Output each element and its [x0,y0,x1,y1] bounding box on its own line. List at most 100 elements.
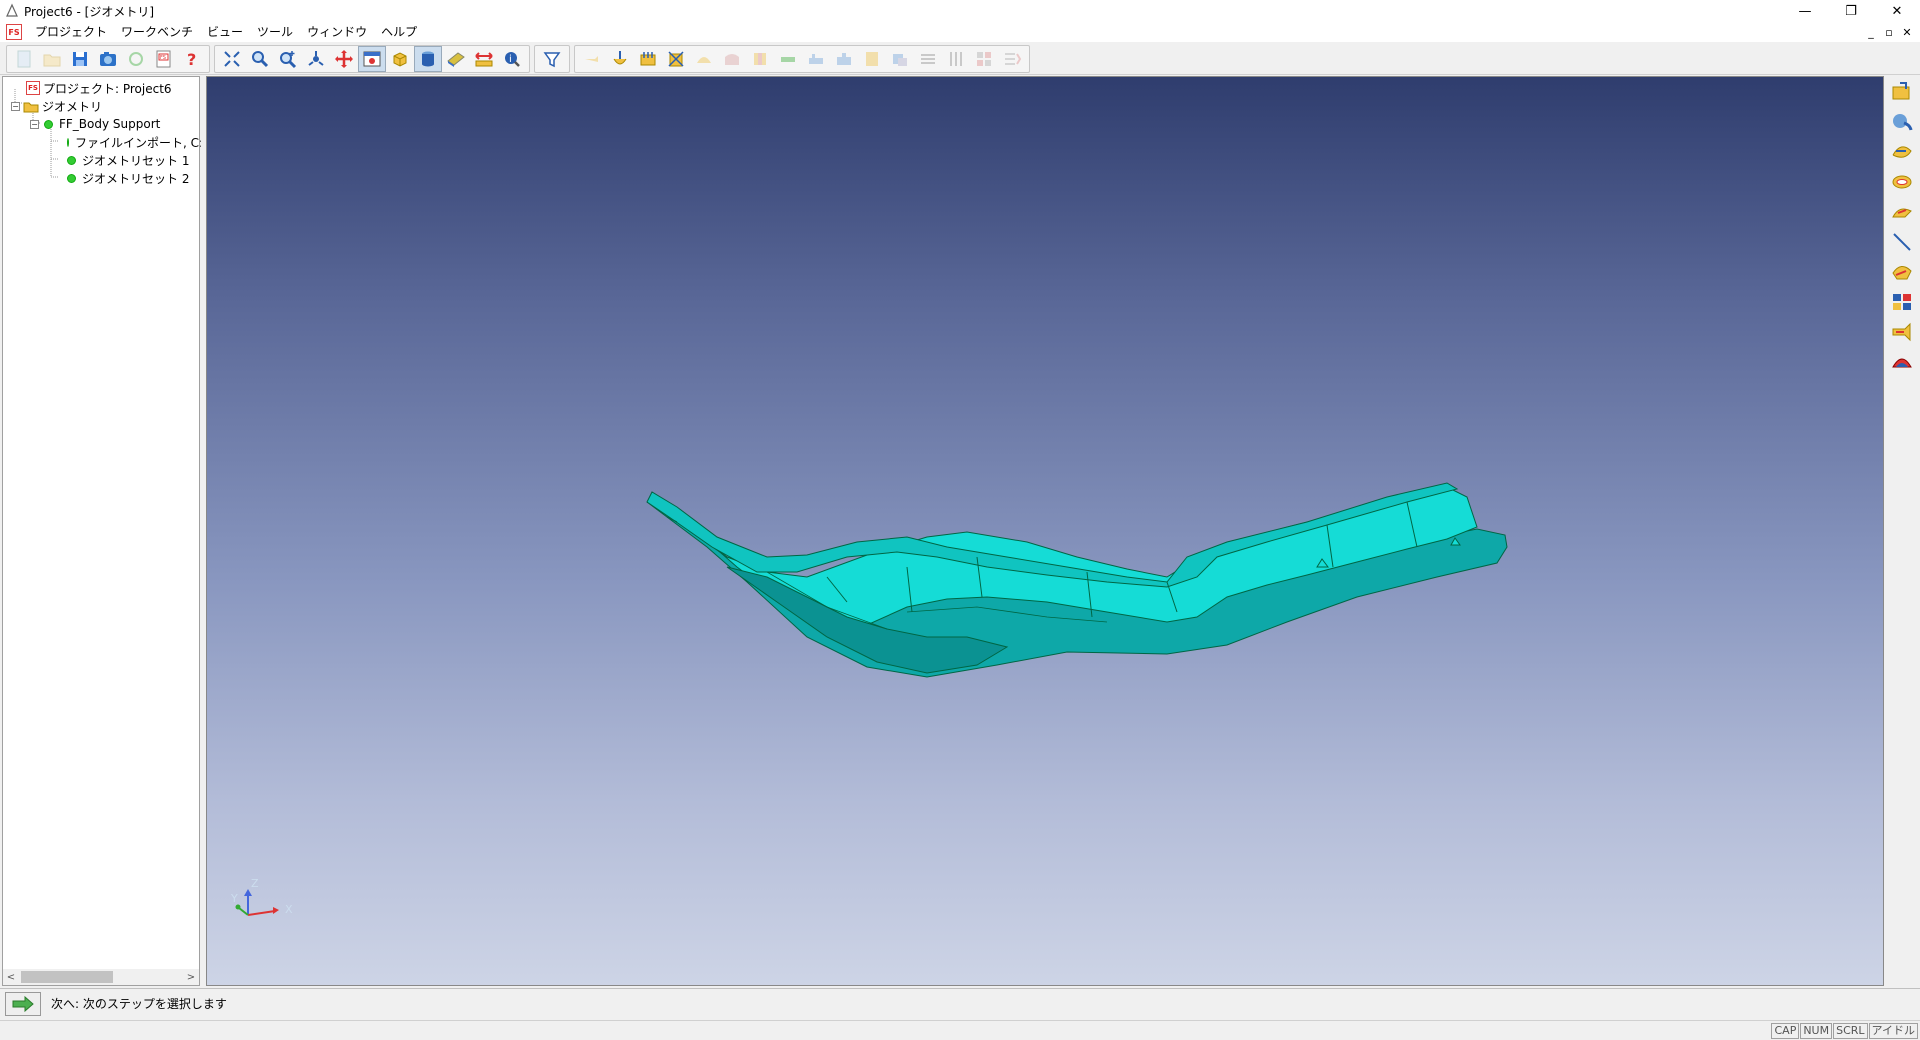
right-tool-palette [1885,76,1920,986]
geometry-tool-3-icon[interactable] [634,46,662,72]
fs-logo-icon[interactable]: FS [6,24,22,40]
surface-tool-icon[interactable] [1887,108,1917,136]
zoom-icon[interactable] [246,46,274,72]
geometry-folder-icon [23,102,39,113]
tree-item-body[interactable]: − FF_Body Support [5,115,199,133]
status-idle: アイドル [1868,1023,1918,1039]
restore-button[interactable]: ❐ [1828,0,1874,22]
collapse-icon[interactable]: − [30,119,39,129]
tree-item-project[interactable]: FS プロジェクト: Project6 [5,79,199,97]
status-dot-icon [67,173,76,183]
zoom-box-icon[interactable] [274,46,302,72]
refresh-icon[interactable] [122,46,150,72]
shaded-cube-icon[interactable] [386,46,414,72]
geometry-toolbar-group [574,44,1030,73]
menu-bar: FS プロジェクト ワークベンチ ビュー ツール ウィンドウ ヘルプ _ ▫ ✕ [0,22,1920,42]
fillet-tool-icon[interactable] [1887,258,1917,286]
arrow-right-icon [12,995,34,1012]
svg-text:?: ? [187,50,196,69]
import-geometry-icon[interactable] [1887,78,1917,106]
status-scrl: SCRL [1833,1023,1868,1039]
mdi-close-button[interactable]: ✕ [1898,22,1916,42]
tree-item-geometry-set-1[interactable]: ジオメトリセット 1 [5,151,199,169]
main-toolbar: FS ? i [0,43,1920,75]
tree-label-geometry-set-1: ジオメトリセット 1 [82,153,190,168]
split-tool-icon[interactable] [1887,288,1917,316]
window-title: Project6 - [ジオメトリ] [24,4,155,19]
open-icon[interactable] [38,46,66,72]
body-support-model[interactable] [207,77,1884,986]
geometry-tool-7-icon[interactable] [746,46,774,72]
measure-icon[interactable] [470,46,498,72]
message-text: 次へ: 次のステップを選択します [51,997,227,1011]
project-tree-panel: FS プロジェクト: Project6 − ジオメトリ − FF_Body Su… [2,76,225,986]
geometry-tool-11-icon[interactable] [858,46,886,72]
scroll-thumb[interactable] [21,971,113,983]
line-tool-icon[interactable] [1887,228,1917,256]
geometry-tool-1-icon[interactable] [578,46,606,72]
close-button[interactable]: ✕ [1874,0,1920,22]
scroll-right-icon[interactable]: > [183,972,199,983]
section-icon[interactable] [442,46,470,72]
tree-label-geometry: ジオメトリ [42,99,103,114]
pan-icon[interactable] [330,46,358,72]
menu-help[interactable]: ヘルプ [374,22,424,42]
shell-tool-icon[interactable] [1887,348,1917,376]
rotate-icon[interactable] [302,46,330,72]
tree-horizontal-scrollbar[interactable]: < > [3,969,199,985]
help-icon[interactable]: ? [178,46,206,72]
filter-icon[interactable] [538,46,566,72]
menu-window[interactable]: ウィンドウ [300,22,374,42]
tree-item-file-import[interactable]: ファイルインポート, C:¥FT [5,133,225,151]
3d-viewport[interactable]: Z Y X [206,76,1884,986]
title-bar: Project6 - [ジオメトリ] — ❐ ✕ [0,0,1920,22]
status-dot-icon [67,137,69,147]
app-icon [6,3,18,17]
geometry-tool-13-icon[interactable] [914,46,942,72]
menu-project[interactable]: プロジェクト [28,22,114,42]
geometry-tool-10-icon[interactable] [830,46,858,72]
geometry-tool-9-icon[interactable] [802,46,830,72]
next-step-button[interactable] [5,991,41,1016]
new-icon[interactable] [10,46,38,72]
fs-project-icon: FS [26,81,40,95]
view-settings-icon[interactable] [358,45,386,72]
tree-item-geometry-set-2[interactable]: ジオメトリセット 2 [5,169,199,187]
geometry-tool-14-icon[interactable] [942,46,970,72]
fit-icon[interactable] [218,46,246,72]
view-toolbar-group: i [214,44,530,73]
svg-text:FS: FS [160,55,166,61]
loop-tool-icon[interactable] [1887,168,1917,196]
trim-tool-icon[interactable] [1887,318,1917,346]
scroll-left-icon[interactable]: < [3,972,19,983]
minimize-button[interactable]: — [1782,0,1828,22]
svg-text:i: i [509,54,512,65]
menu-view[interactable]: ビュー [200,22,250,42]
geometry-tool-8-icon[interactable] [774,46,802,72]
tree-label-geometry-set-2: ジオメトリセット 2 [82,171,190,186]
report-icon[interactable]: FS [150,46,178,72]
mdi-restore-button[interactable]: ▫ [1880,22,1898,42]
status-cap: CAP [1771,1023,1800,1039]
menu-tools[interactable]: ツール [250,22,300,42]
geometry-tool-12-icon[interactable] [886,46,914,72]
tree-item-geometry[interactable]: − ジオメトリ [5,97,199,115]
project-tree: FS プロジェクト: Project6 − ジオメトリ − FF_Body Su… [3,77,225,187]
curve-tool-icon[interactable] [1887,138,1917,166]
collapse-icon[interactable]: − [11,101,20,111]
axis-x-label: X [285,903,293,916]
save-icon[interactable] [66,46,94,72]
geometry-tool-15-icon[interactable] [970,46,998,72]
geometry-tool-6-icon[interactable] [718,46,746,72]
snapshot-icon[interactable] [94,46,122,72]
geometry-tool-16-icon[interactable] [998,46,1026,72]
mdi-minimize-button[interactable]: _ [1862,22,1880,42]
info-icon[interactable]: i [498,46,526,72]
geometry-tool-2-icon[interactable] [606,46,634,72]
status-dot-icon [44,119,53,129]
geometry-tool-5-icon[interactable] [690,46,718,72]
geometry-tool-4-icon[interactable] [662,46,690,72]
menu-workbench[interactable]: ワークベンチ [114,22,200,42]
edge-tool-icon[interactable] [1887,198,1917,226]
solid-icon[interactable] [414,45,442,72]
